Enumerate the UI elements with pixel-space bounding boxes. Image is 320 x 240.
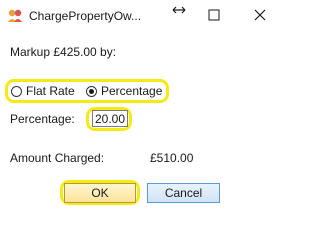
app-icon xyxy=(8,9,22,22)
resize-arrows-icon xyxy=(172,6,186,14)
percentage-label: Percentage: xyxy=(10,112,75,126)
amount-charged-value: £510.00 xyxy=(150,151,194,165)
dialog-window: ChargePropertyOw... Markup £425.00 by: F… xyxy=(0,0,283,214)
radio-checked-icon[interactable] xyxy=(86,85,97,97)
close-icon[interactable] xyxy=(253,8,267,22)
title-bar[interactable]: ChargePropertyOw... xyxy=(0,0,283,31)
percentage-radio[interactable]: Percentage xyxy=(86,84,162,98)
markup-label: Markup £425.00 by: xyxy=(10,45,117,59)
window-title: ChargePropertyOw... xyxy=(29,9,142,23)
maximize-icon[interactable] xyxy=(207,8,221,22)
percentage-input[interactable] xyxy=(92,110,128,127)
flat-rate-radio[interactable]: Flat Rate xyxy=(11,84,75,98)
ok-button[interactable]: OK xyxy=(64,183,136,203)
flat-rate-label[interactable]: Flat Rate xyxy=(26,84,75,98)
radio-unchecked-icon[interactable] xyxy=(11,85,22,97)
percentage-radio-label[interactable]: Percentage xyxy=(101,84,162,98)
cancel-button[interactable]: Cancel xyxy=(147,183,220,203)
amount-charged-label: Amount Charged: xyxy=(10,151,105,165)
